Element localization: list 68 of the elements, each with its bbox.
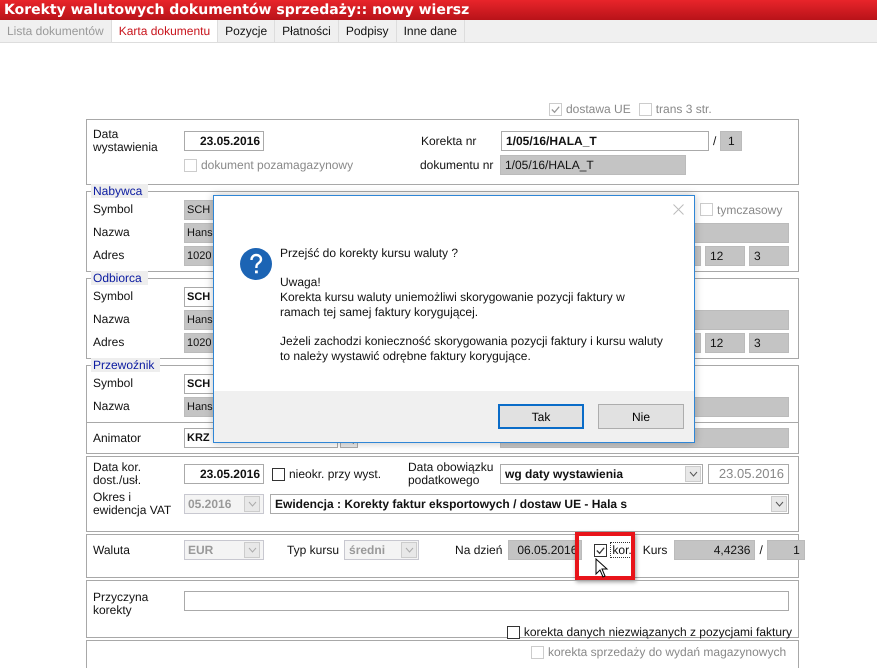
dropdown[interactable]: wg daty wystawienia — [500, 464, 703, 484]
chevron-down-icon — [244, 542, 260, 558]
separator-slash: / — [713, 134, 716, 148]
dialog-message: Uwaga! Korekta kursu waluty uniemożliwi skorygowanie pozycji faktury w ramach tej samej faktury korygującej. — [280, 275, 626, 320]
dialog-button[interactable]: Tak — [498, 404, 584, 429]
group-title: Nabywca — [91, 184, 148, 198]
field-label: Korekta nr — [421, 134, 478, 148]
field-label: Animator — [93, 432, 142, 444]
field-label: Adres — [93, 249, 126, 262]
input-field[interactable]: 3 — [749, 332, 789, 352]
field-label: Nazwa — [93, 400, 131, 413]
chevron-down-icon — [244, 496, 260, 512]
checkbox-label: tymczasowy — [717, 202, 782, 216]
separator-slash: / — [759, 543, 763, 557]
checkbox-label: dokument pozamagazynowy — [201, 158, 354, 172]
input-field[interactable]: 1 — [766, 540, 805, 560]
date-field[interactable]: 23.05.2016 — [184, 131, 264, 151]
chevron-down-icon — [401, 542, 418, 558]
input-field[interactable]: 1/05/16/HALA_T — [501, 131, 709, 151]
checkbox-label: trans 3 str. — [656, 102, 712, 116]
field-label: Okres i ewidencja VAT — [93, 491, 172, 517]
field-label: Waluta — [93, 544, 131, 556]
tab[interactable]: Karta dokumentu — [112, 20, 218, 42]
chevron-down-icon — [771, 496, 787, 512]
input-field[interactable] — [184, 591, 789, 611]
group-title: Odbiorca — [91, 271, 148, 285]
date-field[interactable]: 06.05.2016 — [508, 540, 582, 560]
input-field[interactable]: 4,4236 — [674, 540, 756, 560]
checkbox[interactable] — [272, 468, 285, 480]
dialog-message: Jeżeli zachodzi konieczność skorygowania pozycji faktury i kursu waluty to należy wystawić odrębne faktury korygujące. — [280, 334, 663, 364]
date-field[interactable]: 23.05.2016 — [184, 464, 264, 484]
question-icon — [240, 248, 272, 280]
checkbox-label: kor. — [611, 543, 633, 557]
dropdown[interactable]: Ewidencja : Korekty faktur eksportowych / dostaw UE - Hala s — [270, 494, 789, 514]
field-label: Symbol — [93, 290, 134, 303]
field-label: Data kor. dost./usł. — [93, 461, 142, 487]
close-icon[interactable] — [673, 204, 684, 215]
input-field[interactable]: 12 — [705, 246, 745, 266]
checkbox-label: dostawa UE — [566, 102, 631, 116]
chevron-down-icon — [685, 466, 701, 482]
field-label: Na dzień — [455, 543, 502, 557]
field-label: Nazwa — [93, 226, 131, 239]
field-label: Przyczyna korekty — [93, 591, 150, 617]
field-label: Adres — [93, 336, 126, 349]
field-label: Symbol — [93, 377, 134, 390]
date-field[interactable]: 23.05.2016 — [708, 464, 789, 484]
mouse-cursor-icon — [595, 558, 609, 578]
input-field[interactable]: 3 — [749, 246, 789, 266]
checkbox-label: korekta danych niezwiązanych z pozycjami faktury — [524, 625, 792, 639]
checkbox[interactable] — [506, 626, 520, 638]
field-label: Typ kursu — [287, 543, 340, 557]
field-label: Symbol — [93, 203, 134, 216]
group-title: Przewoźnik — [91, 358, 160, 372]
field-label: Data wystawienia — [93, 128, 159, 154]
field-label: Nazwa — [93, 313, 131, 326]
highlight-frame — [575, 532, 635, 580]
dialog-button[interactable]: Nie — [598, 404, 684, 429]
field-label: Kurs — [642, 543, 668, 557]
checkbox-label: nieokr. przy wyst. — [289, 467, 382, 481]
field-label: dokumentu nr — [420, 158, 494, 172]
checkbox-label: korekta sprzedaży do wydań magazynowych — [548, 645, 786, 659]
window-title: Korekty walutowych dokumentów sprzedaży:: nowy wiersz — [0, 0, 877, 20]
input-field[interactable]: 1 — [720, 131, 742, 151]
field-label: Data obowiązku podatkowego — [408, 461, 494, 487]
input-field[interactable]: 1/05/16/HALA_T — [500, 155, 686, 175]
input-field[interactable]: 12 — [705, 332, 745, 352]
checkbox[interactable] — [594, 544, 608, 556]
dialog-question: Przejść do korekty kursu waluty ? — [280, 246, 460, 261]
